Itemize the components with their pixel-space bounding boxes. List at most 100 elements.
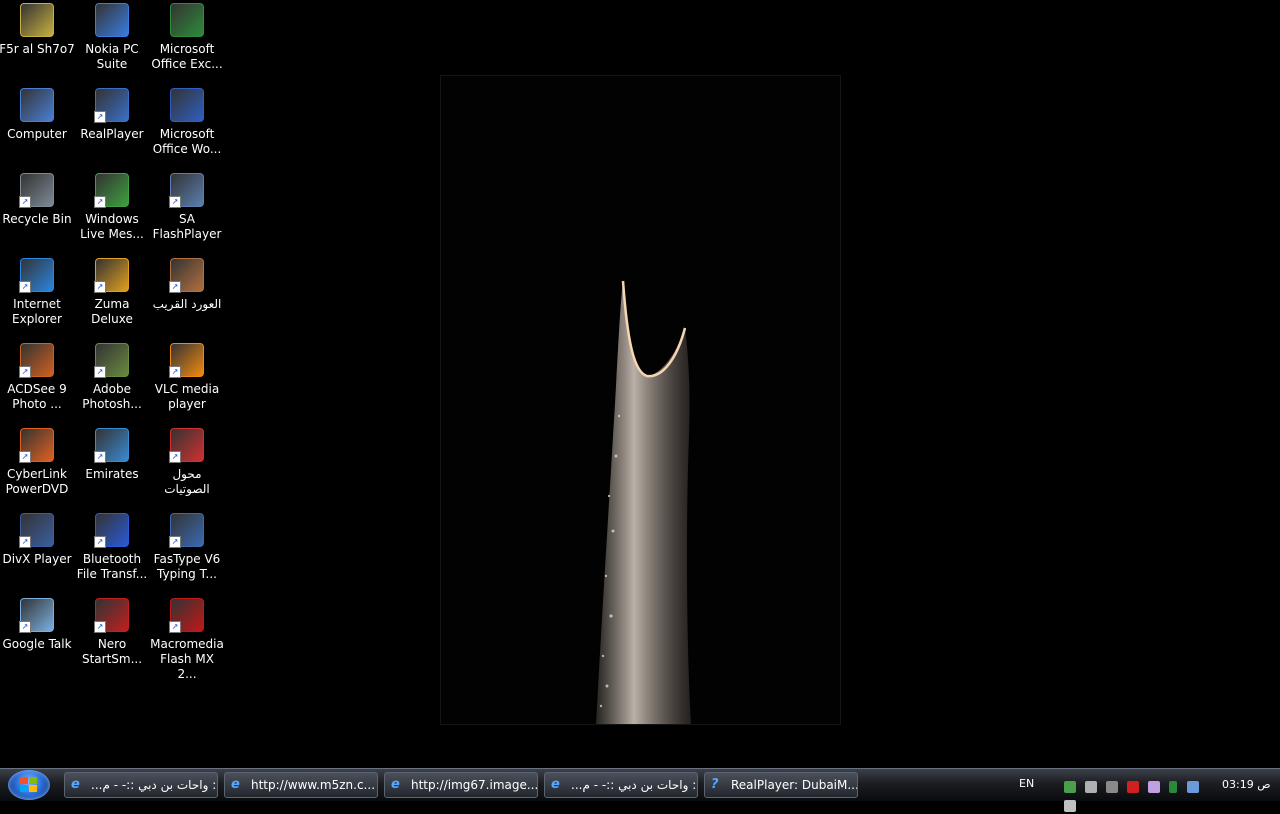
messenger-icon: ↗ — [94, 173, 129, 208]
desktop-icon-label: Computer — [7, 127, 67, 141]
shortcut-arrow-icon: ↗ — [169, 451, 181, 463]
desktop-icon[interactable]: ↗ RealPlayer — [74, 85, 150, 142]
recycle-bin-icon: ↗ — [19, 173, 54, 208]
desktop-icon-label: F5r al Sh7o7 — [0, 42, 75, 56]
network-tray-icon[interactable] — [1085, 780, 1098, 793]
taskbar-button-ie-window-3[interactable]: e http://img67.image... — [384, 772, 538, 798]
desktop-icon[interactable]: ↗ Nero StartSm... — [74, 595, 150, 667]
excel-icon — [170, 3, 204, 37]
desktop-icon-label: Bluetooth File Transf... — [76, 552, 148, 581]
computer-icon — [20, 88, 54, 122]
shortcut-arrow-icon: ↗ — [169, 621, 181, 633]
desktop-icon[interactable]: Microsoft Office Wo... — [149, 85, 225, 157]
desktop-icon[interactable]: ↗ Bluetooth File Transf... — [74, 510, 150, 582]
desktop-icon[interactable]: ↗ CyberLink PowerDVD — [0, 425, 75, 497]
desktop-icon[interactable]: ↗ Windows Live Mes... — [74, 170, 150, 242]
flash-icon: ↗ — [169, 173, 204, 208]
desktop-icon[interactable]: ↗ Adobe Photosh... — [74, 340, 150, 412]
converter-icon: ↗ — [169, 428, 204, 463]
dictionary-icon: ↗ — [169, 258, 204, 293]
desktop-icon-label: Nero StartSm... — [81, 637, 143, 666]
clock[interactable]: 03:19 ص — [1222, 778, 1271, 791]
keyboard-icon: ↗ — [169, 513, 204, 548]
desktop-icon-label: Microsoft Office Exc... — [151, 42, 223, 71]
shortcut-arrow-icon: ↗ — [94, 111, 106, 123]
desktop-icon[interactable]: ↗ ACDSee 9 Photo ... — [0, 340, 75, 412]
start-button[interactable] — [8, 770, 50, 800]
photoshop-icon: ↗ — [94, 343, 129, 378]
speech-tray-icon[interactable] — [1106, 780, 1119, 793]
desktop-icon[interactable]: Nokia PC Suite — [74, 0, 150, 72]
desktop-icon-label: DivX Player — [2, 552, 72, 566]
folder-icon — [20, 3, 54, 37]
desktop-icon[interactable]: Microsoft Office Exc... — [149, 0, 225, 72]
network-status-icon[interactable] — [1186, 780, 1199, 793]
battery-icon[interactable] — [1169, 780, 1178, 793]
desktop-icon-label: محول الصوتيات — [164, 467, 210, 496]
desktop-icon-label: Google Talk — [2, 637, 72, 651]
nero-icon: ↗ — [94, 598, 129, 633]
shortcut-arrow-icon: ↗ — [169, 536, 181, 548]
taskbar-button-ie-window-4[interactable]: e ...واحات بن دبي ::- - م :: — [544, 772, 698, 798]
ie-icon: ↗ — [19, 258, 54, 293]
shortcut-arrow-icon: ↗ — [19, 536, 31, 548]
zuma-icon: ↗ — [94, 258, 129, 293]
antivirus-tray-icon[interactable] — [1127, 780, 1140, 793]
taskbar-button-ie-window-1[interactable]: e ...واحات بن دبي ::- - م :: — [64, 772, 218, 798]
desktop-icon[interactable]: ↗ محول الصوتيات — [149, 425, 225, 497]
shortcut-arrow-icon: ↗ — [94, 366, 106, 378]
taskbar: e ...واحات بن دبي ::- - م :: e http://ww… — [0, 768, 1280, 812]
realplayer-icon: ? — [711, 777, 719, 792]
word-icon — [170, 88, 204, 122]
shortcut-arrow-icon: ↗ — [169, 281, 181, 293]
desktop-icon-label: ACDSee 9 Photo ... — [7, 382, 67, 411]
desktop-icon-label: Zuma Deluxe — [91, 297, 133, 326]
flash-mx-icon: ↗ — [169, 598, 204, 633]
volume-icon[interactable] — [1064, 799, 1076, 812]
desktop-icon[interactable]: ↗ SA FlashPlayer — [149, 170, 225, 242]
globe-icon: ↗ — [94, 428, 129, 463]
taskbar-button-realplayer[interactable]: ? RealPlayer: DubaiM... — [704, 772, 858, 798]
vlc-icon: ↗ — [169, 343, 204, 378]
desktop-icon-label: Microsoft Office Wo... — [152, 127, 222, 156]
desktop-icon[interactable]: ↗ Recycle Bin — [0, 170, 75, 227]
desktop-icon[interactable]: ↗ FasType V6 Typing T... — [149, 510, 225, 582]
taskbar-button-ie-window-2[interactable]: e http://www.m5zn.c... — [224, 772, 378, 798]
ime-tray-icon[interactable] — [1148, 780, 1161, 793]
desktop-icon[interactable]: ↗ Google Talk — [0, 595, 75, 652]
language-indicator[interactable]: EN — [1019, 777, 1034, 790]
desktop-icon[interactable]: ↗ VLC media player — [149, 340, 225, 412]
realplayer-icon: ↗ — [94, 88, 129, 123]
desktop-icon-label: CyberLink PowerDVD — [5, 467, 69, 496]
ie-icon: e — [71, 777, 80, 792]
desktop-icon-label: VLC media player — [154, 382, 220, 411]
desktop-icon-label: Emirates — [85, 467, 139, 481]
desktop-icon[interactable]: ↗ DivX Player — [0, 510, 75, 567]
desktop-icon[interactable]: Computer — [0, 85, 75, 142]
shortcut-arrow-icon: ↗ — [94, 451, 106, 463]
messenger-tray-icon[interactable] — [1064, 780, 1076, 793]
desktop-icon-label: SA FlashPlayer — [152, 212, 222, 241]
desktop-icon[interactable]: ↗ العورد القريب — [149, 255, 225, 312]
desktop-icon[interactable]: ↗ Internet Explorer — [0, 255, 75, 327]
desktop-icon-label: FasType V6 Typing T... — [153, 552, 221, 581]
desktop-icon[interactable]: ↗ Macromedia Flash MX 2... — [149, 595, 225, 682]
nokia-icon — [95, 3, 129, 37]
desktop-icon[interactable]: F5r al Sh7o7 — [0, 0, 75, 57]
windows-logo-icon — [20, 777, 37, 792]
shortcut-arrow-icon: ↗ — [94, 621, 106, 633]
shortcut-arrow-icon: ↗ — [94, 281, 106, 293]
desktop-icon-label: RealPlayer — [80, 127, 144, 141]
shortcut-arrow-icon: ↗ — [169, 196, 181, 208]
desktop-icon-label: Adobe Photosh... — [82, 382, 142, 411]
wallpaper-image — [440, 75, 841, 725]
shortcut-arrow-icon: ↗ — [19, 281, 31, 293]
desktop-icon[interactable]: ↗ Emirates — [74, 425, 150, 482]
desktop-icon-label: Recycle Bin — [2, 212, 72, 226]
desktop-icon[interactable]: ↗ Zuma Deluxe — [74, 255, 150, 327]
shortcut-arrow-icon: ↗ — [19, 451, 31, 463]
desktop-icon-label: Macromedia Flash MX 2... — [150, 637, 224, 681]
desktop-icon-label: العورد القريب — [152, 297, 222, 311]
shortcut-arrow-icon: ↗ — [19, 621, 31, 633]
system-tray — [1064, 776, 1219, 812]
